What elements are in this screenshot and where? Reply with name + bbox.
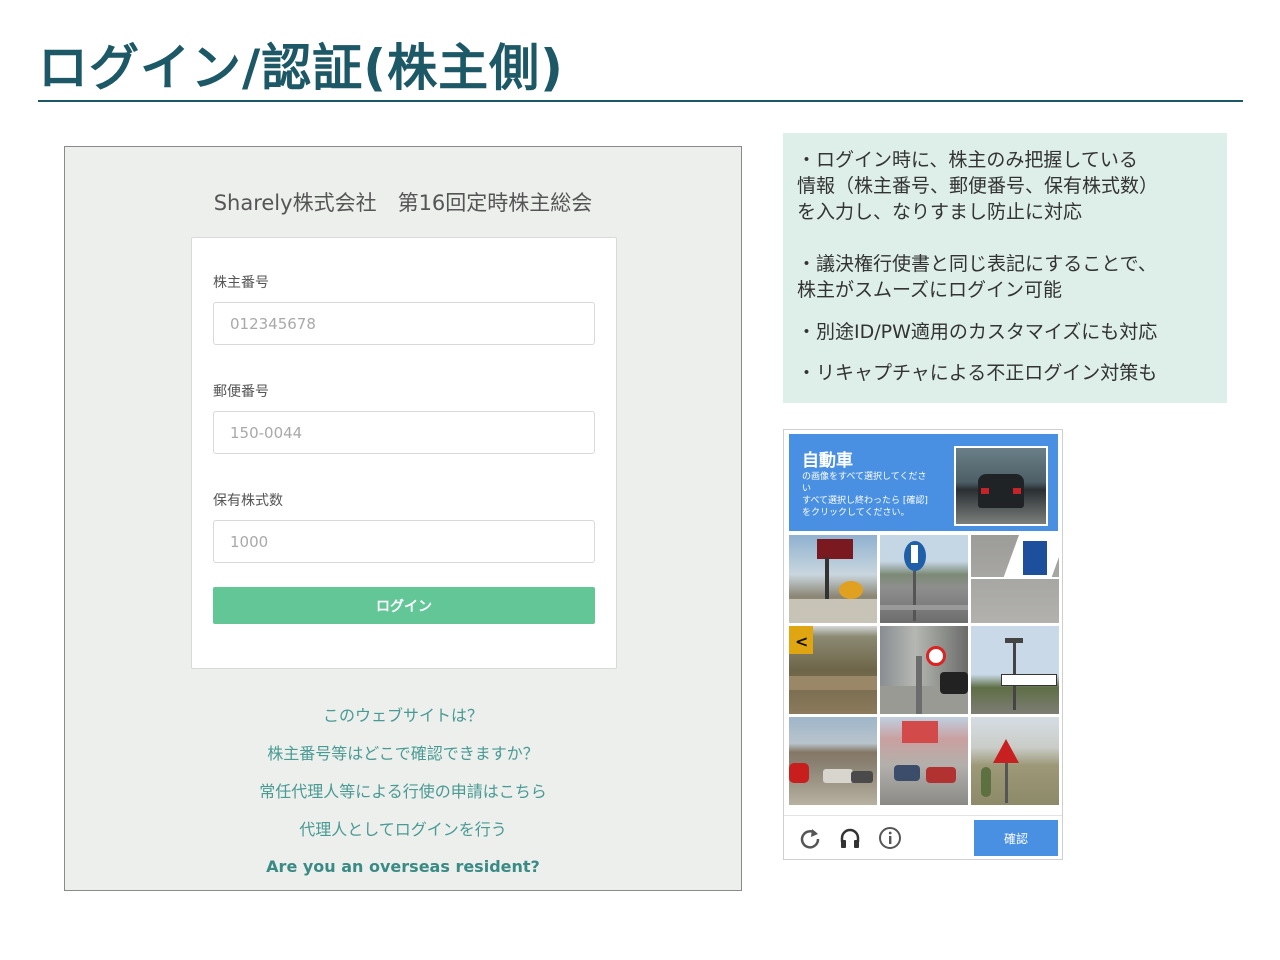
stop-sign-tile[interactable] — [789, 717, 877, 805]
reload-icon[interactable] — [798, 826, 822, 850]
captcha-image-grid: < — [789, 535, 1060, 806]
title-divider — [38, 100, 1243, 102]
login-card: 株主番号 郵便番号 保有株式数 ログイン — [191, 237, 617, 669]
cars-tile[interactable] — [880, 717, 968, 805]
instruction-line: すべて選択し終わったら [確認] — [802, 496, 928, 506]
feature-notes: ・ログイン時に、株主のみ把握している 情報（株主番号、郵便番号、保有株式数） を… — [783, 133, 1227, 403]
postal-code-input[interactable] — [213, 411, 595, 454]
standing-proxy-link[interactable]: 常任代理人等による行使の申請はこちら — [65, 778, 741, 802]
note-line: 情報（株主番号、郵便番号、保有株式数） — [797, 175, 1159, 197]
note-item: ・議決権行使書と同じ表記にすることで、 株主がスムーズにログイン可能 — [797, 251, 1215, 303]
note-item: ・リキャプチャによる不正ログイン対策も — [797, 362, 1158, 384]
curve-sign-tile[interactable]: < — [789, 626, 877, 714]
about-site-link[interactable]: このウェブサイトは？ — [65, 702, 741, 726]
where-to-find-number-link[interactable]: 株主番号等はどこで確認できますか？ — [65, 740, 741, 764]
shop-sign-tile[interactable] — [789, 535, 877, 623]
captcha-instruction: の画像をすべて選択してくださ い すべて選択し終わったら [確認] をクリックし… — [802, 471, 952, 519]
road-sign-tile[interactable] — [971, 535, 1059, 623]
street-name-sign-tile[interactable] — [971, 626, 1059, 714]
recaptcha-widget: 自動車 の画像をすべて選択してくださ い すべて選択し終わったら [確認] をク… — [783, 429, 1063, 860]
headphones-icon[interactable] — [838, 826, 862, 850]
arrow-sign-tile[interactable] — [880, 535, 968, 623]
share-count-label: 保有株式数 — [213, 493, 283, 509]
note-item: ・ログイン時に、株主のみ把握している 情報（株主番号、郵便番号、保有株式数） を… — [797, 147, 1215, 225]
note-line: を入力し、なりすまし防止に対応 — [797, 201, 1083, 223]
info-icon[interactable] — [878, 826, 902, 850]
postal-code-label: 郵便番号 — [213, 384, 269, 400]
login-button[interactable]: ログイン — [213, 587, 595, 624]
meeting-title: Sharely株式会社 第16回定時株主総会 — [213, 191, 593, 215]
captcha-target: 自動車 — [802, 451, 853, 471]
instruction-line: い — [802, 484, 812, 494]
captcha-header: 自動車 の画像をすべて選択してくださ い すべて選択し終わったら [確認] をク… — [789, 434, 1058, 531]
proxy-login-link[interactable]: 代理人としてログインを行う — [65, 816, 741, 840]
share-count-input[interactable] — [213, 520, 595, 563]
overseas-resident-link[interactable]: Are you an overseas resident? — [65, 857, 741, 876]
login-screen: Sharely株式会社 第16回定時株主総会 株主番号 郵便番号 保有株式数 ロ… — [64, 146, 742, 891]
verify-button[interactable]: 確認 — [974, 820, 1058, 856]
note-line: 株主がスムーズにログイン可能 — [797, 279, 1063, 301]
instruction-line: の画像をすべて選択してくださ — [802, 472, 927, 482]
instruction-line: をクリックしてください。 — [802, 508, 910, 518]
shareholder-number-input[interactable] — [213, 302, 595, 345]
shareholder-number-label: 株主番号 — [213, 275, 269, 291]
slide-title: ログイン/認証(株主側) — [38, 39, 564, 97]
street-tile[interactable] — [880, 626, 968, 714]
note-line: ・ログイン時に、株主のみ把握している — [797, 149, 1138, 171]
sample-car-image — [954, 446, 1048, 526]
note-line: ・議決権行使書と同じ表記にすることで、 — [797, 253, 1157, 275]
warning-sign-tile[interactable] — [971, 717, 1059, 805]
note-item: ・別途ID/PW適用のカスタマイズにも対応 — [797, 321, 1158, 343]
captcha-footer: 確認 — [784, 815, 1062, 861]
